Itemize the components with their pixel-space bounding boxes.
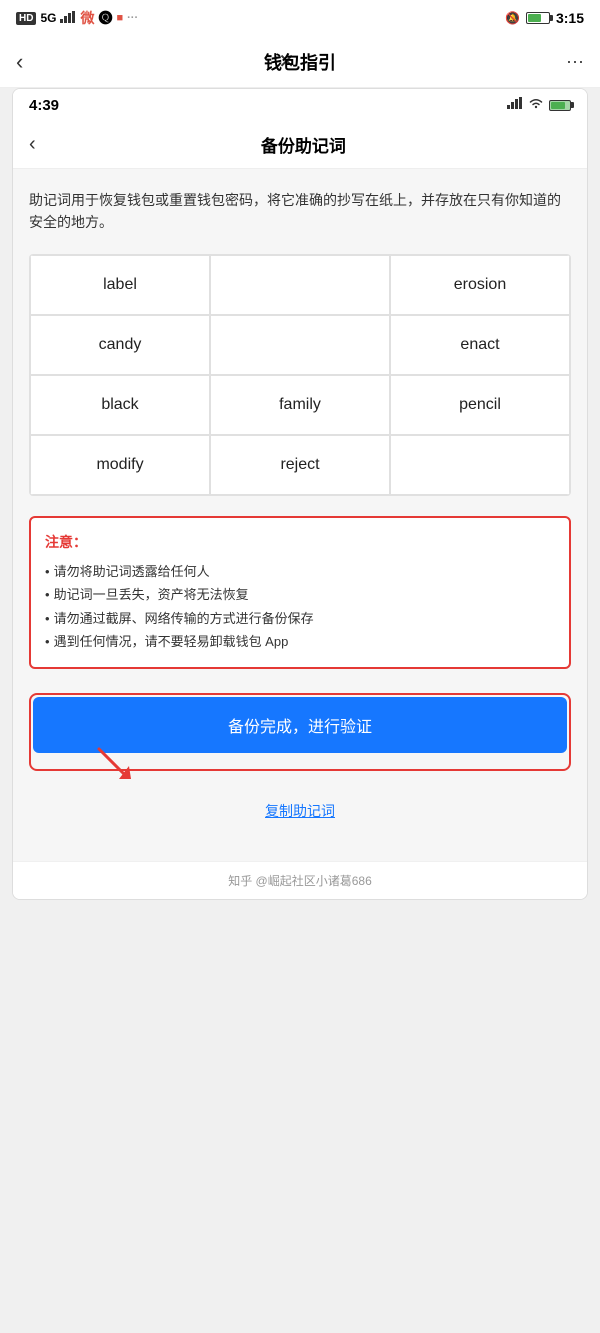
weibo-icon: 微 [80, 8, 94, 28]
inner-back-button[interactable]: ‹ [29, 133, 36, 156]
outer-status-right: 🔕 3:15 [505, 10, 584, 26]
bell-icon: 🔕 [505, 11, 520, 25]
mnemonic-cell-12 [390, 435, 570, 495]
hd-badge: HD [16, 12, 36, 25]
footer: 知乎 @崛起社区小诸葛686 [13, 861, 587, 899]
warning-box: 注意： 请勿将助记词透露给任何人 助记词一旦丢失，资产将无法恢复 请勿通过截屏、… [29, 516, 571, 670]
inner-content: 助记词用于恢复钱包或重置钱包密码，将它准确的抄写在纸上，并存放在只有你知道的安全… [13, 169, 587, 861]
warning-item-2: 助记词一旦丢失，资产将无法恢复 [45, 583, 555, 606]
copy-mnemonic-link[interactable]: 复制助记词 [29, 801, 571, 821]
inner-battery-icon [549, 100, 571, 111]
warning-item-3: 请勿通过截屏、网络传输的方式进行备份保存 [45, 607, 555, 630]
warning-item-4: 遇到任何情况，请不要轻易卸载钱包 App [45, 630, 555, 653]
mnemonic-cell-6: enact [390, 315, 570, 375]
inner-time: 4:39 [29, 97, 59, 114]
mnemonic-cell-2 [210, 255, 390, 315]
arrow-indicator [89, 744, 139, 789]
app-icon-1: 🅠 [98, 8, 112, 28]
inner-wifi-icon [528, 96, 544, 114]
outer-status-left: HD 5G 微 🅠 ■ ··· [16, 8, 138, 28]
mnemonic-cell-7: black [30, 375, 210, 435]
app-dots: ··· [127, 12, 138, 24]
primary-button-wrapper: 备份完成，进行验证 [29, 693, 571, 771]
mnemonic-cell-1: label [30, 255, 210, 315]
inner-signal-icon [507, 96, 523, 114]
inner-nav-title: 备份助记词 [36, 132, 571, 157]
outer-nav-title: 钱包指引 [264, 49, 336, 75]
mnemonic-grid: label erosion candy enact black family p… [29, 254, 571, 496]
outer-time: 3:15 [556, 10, 584, 26]
signal-strength: 5G [40, 11, 56, 25]
mnemonic-cell-10: modify [30, 435, 210, 495]
outer-nav-bar: ‹ 钱包指引 ✕ ··· [0, 36, 600, 88]
mnemonic-cell-3: erosion [390, 255, 570, 315]
outer-back-button[interactable]: ‹ [16, 49, 23, 75]
warning-item-1: 请勿将助记词透露给任何人 [45, 560, 555, 583]
outer-battery-icon [526, 12, 550, 24]
warning-title: 注意： [45, 532, 555, 552]
mnemonic-cell-8: family [210, 375, 390, 435]
inner-nav: ‹ 备份助记词 [13, 121, 587, 169]
inner-status-bar: 4:39 [13, 89, 587, 121]
mnemonic-cell-11: reject [210, 435, 390, 495]
mnemonic-cell-9: pencil [390, 375, 570, 435]
outer-status-bar: HD 5G 微 🅠 ■ ··· 🔕 3:15 [0, 0, 600, 36]
footer-text: 知乎 @崛起社区小诸葛686 [228, 874, 372, 888]
app-icon-2: ■ [116, 12, 123, 24]
phone-screen: 4:39 [12, 88, 588, 900]
inner-status-icons [507, 96, 571, 114]
mnemonic-cell-4: candy [30, 315, 210, 375]
description-text: 助记词用于恢复钱包或重置钱包密码，将它准确的抄写在纸上，并存放在只有你知道的安全… [29, 189, 571, 234]
signal-bars [60, 11, 76, 26]
outer-more-button[interactable]: ··· [566, 51, 584, 72]
mnemonic-cell-5 [210, 315, 390, 375]
